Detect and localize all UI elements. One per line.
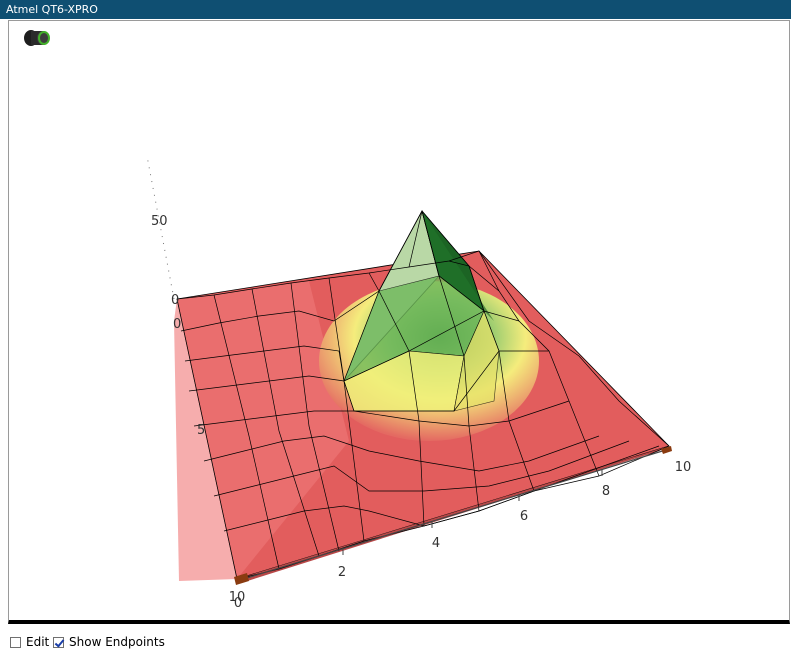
rotate-view-button[interactable] [21, 27, 51, 49]
show-endpoints-checkbox-control[interactable]: Show Endpoints [53, 635, 165, 649]
edit-checkbox[interactable] [10, 636, 21, 648]
window-title: Atmel QT6-XPRO [6, 3, 98, 16]
plot-area[interactable]: 2 4 6 8 10 0 5 10 0 50 0 [8, 20, 790, 624]
z-tick-label: 50 [151, 214, 168, 229]
edit-label: Edit [26, 635, 50, 649]
y-tick-label: 0 [173, 317, 181, 332]
z-tick-label: 0 [171, 293, 179, 308]
rotate-knob-icon [24, 30, 50, 46]
origin-label: 0 [234, 596, 242, 611]
x-tick-label: 10 [675, 460, 692, 475]
surface-plot[interactable]: 2 4 6 8 10 0 5 10 0 50 0 [9, 21, 790, 621]
bottom-toolbar: Edit Show Endpoints [0, 628, 791, 658]
show-endpoints-checkbox[interactable] [53, 636, 64, 648]
y-tick-label: 5 [197, 423, 205, 438]
edit-checkbox-control[interactable]: Edit [10, 635, 49, 649]
x-tick-label: 2 [338, 565, 346, 580]
x-tick-label: 8 [602, 484, 610, 499]
x-tick-label: 6 [520, 509, 528, 524]
surface-mesh [174, 209, 670, 583]
x-tick-label: 4 [432, 536, 440, 551]
show-endpoints-label: Show Endpoints [69, 635, 165, 649]
window-title-bar: Atmel QT6-XPRO [0, 0, 791, 19]
